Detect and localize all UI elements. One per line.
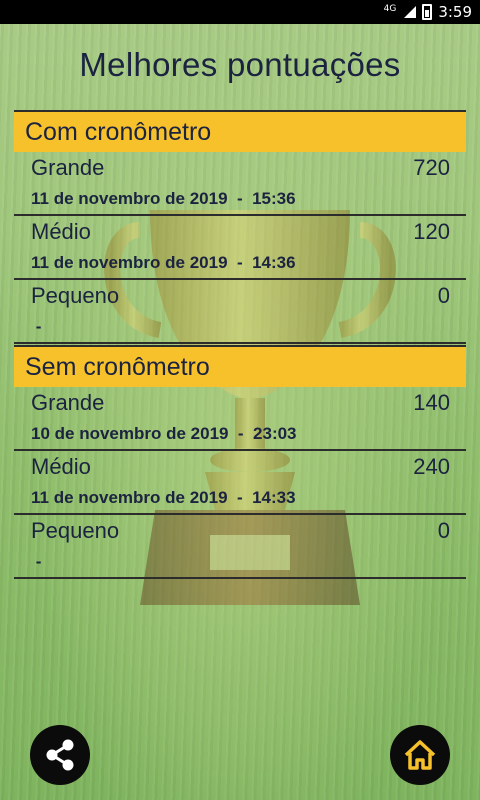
score-row: Pequeno 0 - (14, 280, 466, 344)
score-row: Médio 120 11 de novembro de 2019 - 14:36 (14, 216, 466, 280)
size-label: Pequeno (31, 283, 120, 308)
home-icon (404, 740, 436, 770)
signal-icon (402, 5, 417, 19)
status-bar: 4G 3:59 (0, 0, 480, 24)
score-value: 240 (413, 454, 450, 479)
size-label: Médio (31, 454, 91, 479)
score-value: 0 (437, 518, 450, 543)
share-icon (46, 739, 74, 771)
battery-icon (422, 4, 433, 20)
size-label: Pequeno (31, 518, 120, 543)
score-value: 0 (437, 283, 450, 308)
section-header-com-cronometro: Com cronômetro (14, 110, 466, 152)
score-value: 720 (413, 155, 450, 180)
status-time: 3:59 (438, 3, 472, 21)
score-row: Médio 240 11 de novembro de 2019 - 14:33 (14, 451, 466, 515)
score-date: 11 de novembro de 2019 - 14:33 (31, 488, 296, 507)
share-button[interactable] (30, 725, 90, 785)
home-button[interactable] (390, 725, 450, 785)
score-date: 11 de novembro de 2019 - 14:36 (31, 253, 296, 272)
score-date: - (31, 552, 42, 571)
score-date: 10 de novembro de 2019 - 23:03 (31, 424, 297, 443)
network-type: 4G (383, 3, 397, 14)
score-value: 140 (413, 390, 450, 415)
score-row: Pequeno 0 - (14, 515, 466, 579)
score-date: 11 de novembro de 2019 - 15:36 (31, 189, 296, 208)
size-label: Grande (31, 390, 105, 415)
score-row: Grande 140 10 de novembro de 2019 - 23:0… (14, 387, 466, 451)
section-header-sem-cronometro: Sem cronômetro (14, 345, 466, 387)
size-label: Médio (31, 219, 91, 244)
score-value: 120 (413, 219, 450, 244)
score-row: Grande 720 11 de novembro de 2019 - 15:3… (14, 152, 466, 216)
page-title: Melhores pontuações (79, 46, 401, 83)
score-date: - (31, 317, 42, 336)
size-label: Grande (31, 155, 105, 180)
